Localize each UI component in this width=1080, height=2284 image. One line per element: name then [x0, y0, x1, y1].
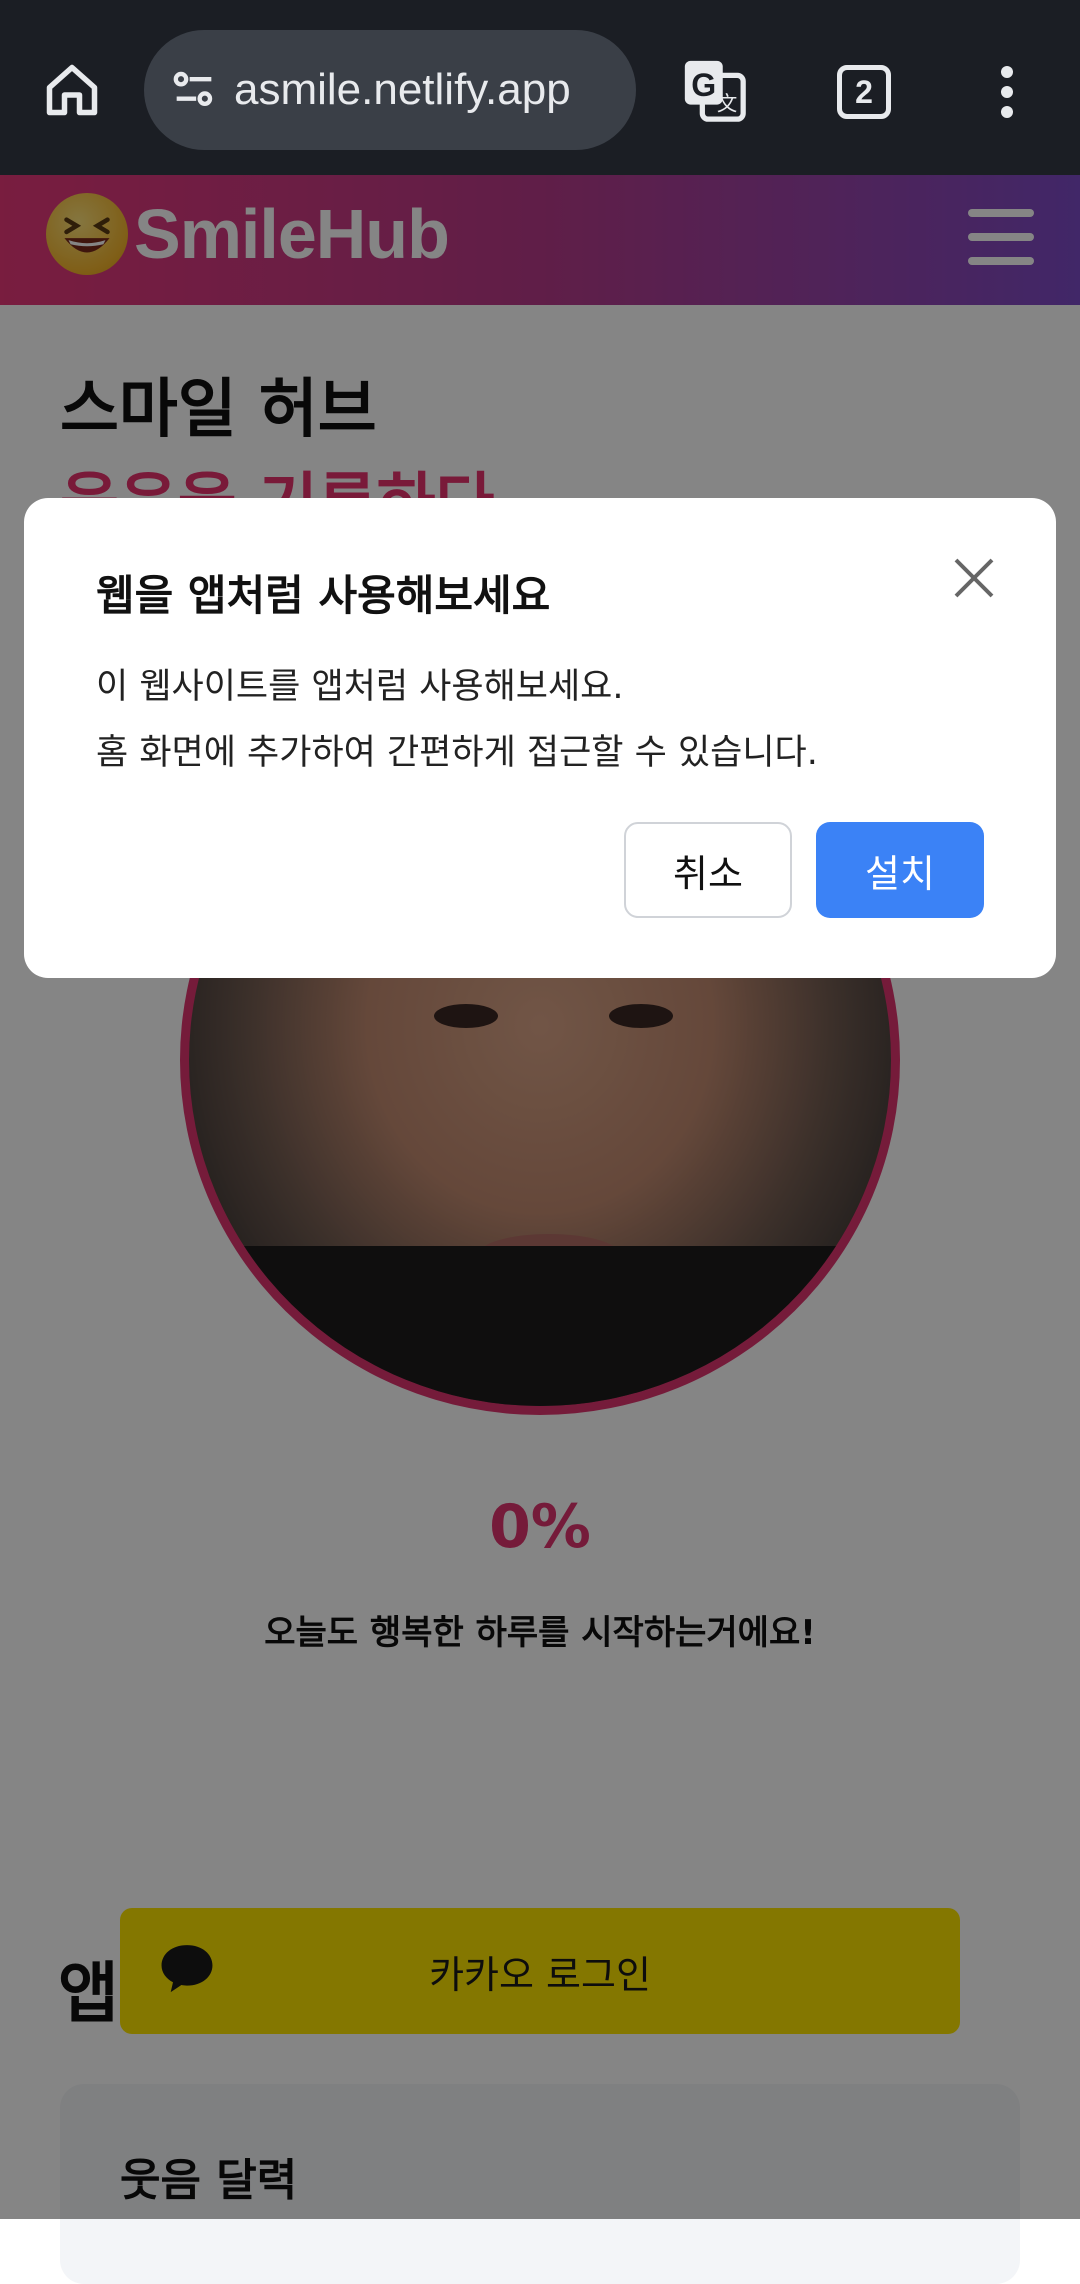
- dialog-body: 이 웹사이트를 앱처럼 사용해보세요. 홈 화면에 추가하여 간편하게 접근할 …: [96, 654, 818, 786]
- cancel-button[interactable]: 취소: [624, 822, 792, 918]
- translate-icon[interactable]: G 文: [670, 46, 758, 134]
- install-button[interactable]: 설치: [816, 822, 984, 918]
- install-dialog: 웹을 앱처럼 사용해보세요 이 웹사이트를 앱처럼 사용해보세요. 홈 화면에 …: [24, 498, 1056, 978]
- dialog-line-1: 이 웹사이트를 앱처럼 사용해보세요.: [96, 667, 624, 707]
- url-text[interactable]: asmile.netlify.app: [234, 65, 571, 115]
- svg-text:G: G: [691, 67, 716, 103]
- modal-overlay[interactable]: [0, 175, 1080, 2219]
- dialog-title: 웹을 앱처럼 사용해보세요: [96, 571, 551, 620]
- dialog-line-2: 홈 화면에 추가하여 간편하게 접근할 수 있습니다.: [96, 733, 818, 773]
- tab-count: 2: [837, 65, 891, 119]
- site-settings-icon[interactable]: [168, 64, 220, 116]
- more-vert-icon[interactable]: [975, 46, 1039, 138]
- svg-text:文: 文: [717, 91, 737, 115]
- address-bar[interactable]: asmile.netlify.app: [144, 30, 636, 150]
- home-icon[interactable]: [30, 48, 114, 132]
- tabs-icon[interactable]: 2: [818, 46, 910, 138]
- browser-toolbar: asmile.netlify.app G 文 2: [0, 0, 1080, 175]
- close-icon[interactable]: [950, 554, 998, 602]
